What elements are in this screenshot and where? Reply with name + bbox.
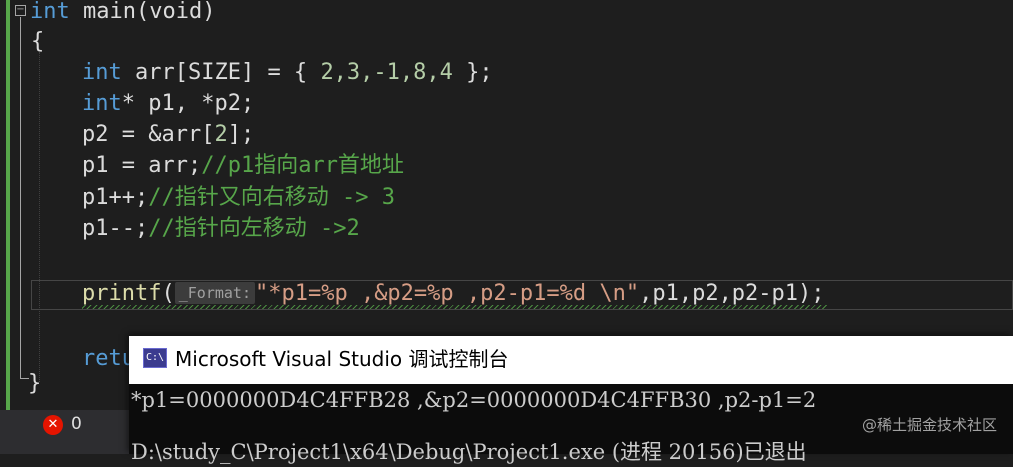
code-text: p1 = arr;	[82, 153, 202, 178]
format-string: "*p1=%p ,&p2=%p ,p2-p1=%d \n"	[254, 281, 640, 306]
index-value: 2	[214, 122, 228, 147]
indent-guide	[39, 52, 40, 382]
collapse-icon[interactable]: −	[15, 5, 26, 16]
code-line-p1-increment[interactable]: p1++;//指针又向右移动 -> 3	[82, 183, 395, 213]
console-title: Microsoft Visual Studio 调试控制台	[175, 347, 509, 371]
console-exit-line: D:\study_C\Project1\x64\Debug\Project1.e…	[131, 440, 807, 464]
console-output-line: *p1=0000000D4C4FFB28 ,&p2=0000000D4C4FFB…	[131, 388, 817, 412]
error-count[interactable]: 0	[71, 414, 82, 434]
code-line-return[interactable]: retu	[82, 344, 135, 374]
code-comment: //指针又向右移动 -> 3	[148, 185, 395, 210]
array-values: 2,3,-1,8,4	[320, 60, 453, 85]
keyword: int	[82, 91, 122, 116]
code-text: p1++;	[82, 185, 149, 210]
paren: (	[161, 281, 175, 306]
code-text: p2 = &arr[	[82, 122, 215, 147]
error-circle-icon[interactable]: ✕	[43, 415, 63, 435]
change-tracking-bar	[6, 0, 10, 410]
code-text: ];	[227, 122, 255, 147]
code-text: * p1, *p2;	[121, 91, 255, 116]
fold-guide	[20, 17, 21, 379]
code-line-open-brace[interactable]: {	[31, 27, 44, 57]
debug-console-window[interactable]: C:\ Microsoft Visual Studio 调试控制台 *p1=00…	[129, 336, 1013, 464]
code-comment: //p1指向arr首地址	[201, 153, 404, 178]
code-line-main[interactable]: int main(void)	[30, 0, 215, 27]
keyword: int	[30, 0, 70, 24]
code-line-p2-assign[interactable]: p2 = &arr[2];	[82, 120, 254, 150]
code-line-p1-assign[interactable]: p1 = arr;//p1指向arr首地址	[82, 151, 404, 181]
function-call: printf	[82, 281, 162, 306]
paren-close: );	[798, 281, 825, 306]
function-signature: main(void)	[69, 0, 216, 24]
printf-args: ,p1,p2,p2-p1	[639, 281, 799, 306]
warning-squiggle	[82, 305, 827, 309]
parameter-hint: _Format:	[174, 282, 255, 304]
watermark: @稀土掘金技术社区	[861, 416, 997, 434]
code-text: arr[SIZE] = {	[121, 60, 321, 85]
code-line-p1-decrement[interactable]: p1--;//指针向左移动 ->2	[82, 214, 360, 244]
console-app-icon: C:\	[143, 348, 167, 368]
code-line-close-brace[interactable]: }	[28, 369, 41, 399]
code-text: p1--;	[82, 216, 149, 241]
code-line-array-decl[interactable]: int arr[SIZE] = { 2,3,-1,8,4 };	[82, 58, 493, 88]
code-comment: //指针向左移动 ->2	[148, 216, 360, 241]
code-text: };	[452, 60, 493, 85]
keyword: int	[82, 60, 122, 85]
console-title-bar[interactable]: C:\ Microsoft Visual Studio 调试控制台	[129, 336, 1013, 384]
code-line-pointer-decl[interactable]: int* p1, *p2;	[82, 89, 254, 119]
